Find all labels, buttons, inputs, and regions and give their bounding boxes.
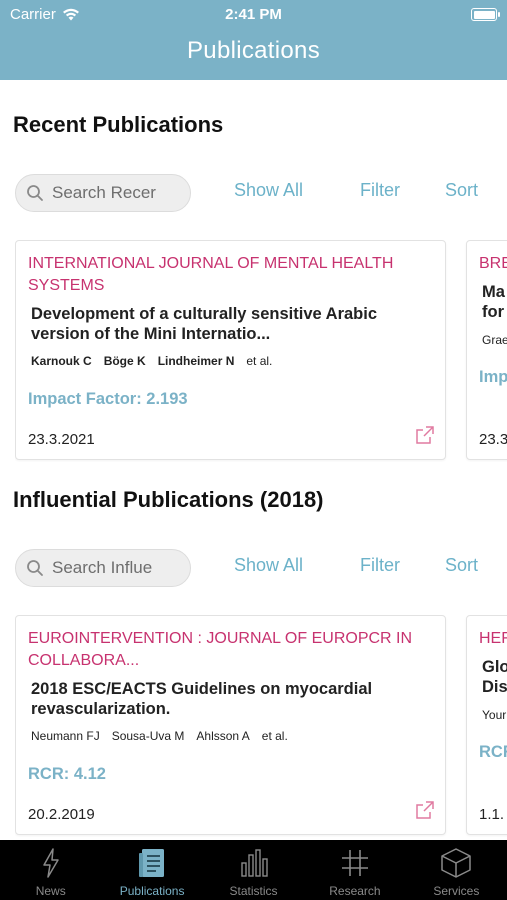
publication-title-line: Glo — [482, 658, 507, 676]
search-influential-input[interactable] — [52, 558, 172, 578]
author-list: Grae — [482, 333, 507, 347]
tab-news[interactable]: News — [0, 840, 101, 900]
external-link-icon[interactable] — [415, 800, 435, 820]
document-icon — [139, 849, 165, 877]
search-influential[interactable] — [15, 549, 191, 587]
publication-date: 20.2.2019 — [28, 806, 95, 823]
publication-date: 23.3.2021 — [28, 431, 95, 448]
status-bar: Carrier 2:41 PM — [0, 4, 507, 24]
tab-label: Statistics — [229, 884, 278, 898]
publication-card[interactable]: HEF Glo Dis Your RCR 1.1. — [466, 615, 507, 835]
publication-title-line: for — [482, 303, 504, 321]
battery-icon — [471, 8, 500, 21]
rcr-metric: RCR — [479, 743, 507, 761]
sort-recent-button[interactable]: Sort — [445, 180, 478, 201]
tab-label: Publications — [119, 884, 185, 898]
author-name: Böge K — [103, 354, 146, 368]
header-bar: Carrier 2:41 PM Publications — [0, 0, 507, 80]
tab-statistics[interactable]: Statistics — [203, 840, 304, 900]
author-name: Neumann FJ — [31, 729, 100, 743]
toolbar-recent: Show All Filter Sort — [15, 174, 507, 212]
publication-title-line: Ma — [482, 283, 505, 301]
influential-publications-carousel[interactable]: EUROINTERVENTION : JOURNAL OF EUROPCR IN… — [15, 615, 507, 837]
tab-label: News — [35, 884, 66, 898]
author-list: Neumann FJ Sousa-Uva M Ahlsson A et al. — [31, 729, 288, 743]
tab-services[interactable]: Services — [406, 840, 507, 900]
tab-research[interactable]: Research — [304, 840, 405, 900]
et-al-label: et al. — [246, 354, 273, 368]
show-all-influential-button[interactable]: Show All — [234, 555, 303, 576]
author-name: Ahlsson A — [196, 729, 250, 743]
cube-icon — [441, 848, 472, 878]
impact-factor: Impact Factor: 2.193 — [28, 390, 188, 408]
hash-icon — [341, 850, 368, 876]
show-all-recent-button[interactable]: Show All — [234, 180, 303, 201]
publication-card[interactable]: INTERNATIONAL JOURNAL OF MENTAL HEALTH S… — [15, 240, 446, 460]
lightning-icon — [42, 848, 59, 878]
author-name: Karnouk C — [31, 354, 92, 368]
search-icon — [27, 560, 43, 576]
external-link-icon[interactable] — [415, 425, 435, 445]
impact-factor: Imp — [479, 368, 507, 386]
filter-influential-button[interactable]: Filter — [360, 555, 400, 576]
search-recent[interactable] — [15, 174, 191, 212]
author-list: Karnouk C Böge K Lindheimer N et al. — [31, 354, 272, 368]
section-title-influential: Influential Publications (2018) — [13, 487, 324, 512]
author-name: Grae — [482, 333, 507, 347]
status-time: 2:41 PM — [225, 6, 282, 23]
author-name: Lindheimer N — [157, 354, 235, 368]
author-name: Your — [482, 708, 507, 722]
journal-name: INTERNATIONAL JOURNAL OF MENTAL HEALTH S… — [28, 255, 394, 294]
publication-title-line: Dis — [482, 678, 507, 696]
tab-publications[interactable]: Publications — [101, 840, 202, 900]
search-recent-input[interactable] — [52, 183, 172, 203]
search-icon — [27, 185, 43, 201]
author-name: Sousa-Uva M — [111, 729, 185, 743]
author-list: Your — [482, 708, 506, 722]
publication-card[interactable]: BRE Ma for Grae Imp 23.3 — [466, 240, 507, 460]
publication-date: 1.1. — [479, 806, 505, 823]
publication-date: 23.3 — [479, 431, 507, 448]
bar-chart-icon — [240, 849, 268, 877]
tab-label: Services — [433, 884, 480, 898]
publication-title: Development of a culturally sensitive Ar… — [31, 305, 378, 343]
section-title-recent: Recent Publications — [13, 112, 224, 137]
rcr-metric: RCR: 4.12 — [28, 765, 106, 783]
recent-publications-carousel[interactable]: INTERNATIONAL JOURNAL OF MENTAL HEALTH S… — [15, 240, 507, 462]
et-al-label: et al. — [261, 729, 288, 743]
toolbar-influential: Show All Filter Sort — [15, 549, 507, 587]
tab-label: Research — [329, 884, 381, 898]
tab-bar: News Publications Statistics Research Se… — [0, 840, 507, 900]
page-title: Publications — [186, 37, 320, 64]
publication-title: 2018 ESC/EACTS Guidelines on myocardial … — [31, 680, 373, 718]
journal-name: HEF — [479, 630, 507, 647]
journal-name: EUROINTERVENTION : JOURNAL OF EUROPCR IN… — [28, 630, 413, 669]
sort-influential-button[interactable]: Sort — [445, 555, 478, 576]
journal-name: BRE — [479, 255, 507, 272]
publication-card[interactable]: EUROINTERVENTION : JOURNAL OF EUROPCR IN… — [15, 615, 446, 835]
filter-recent-button[interactable]: Filter — [360, 180, 400, 201]
